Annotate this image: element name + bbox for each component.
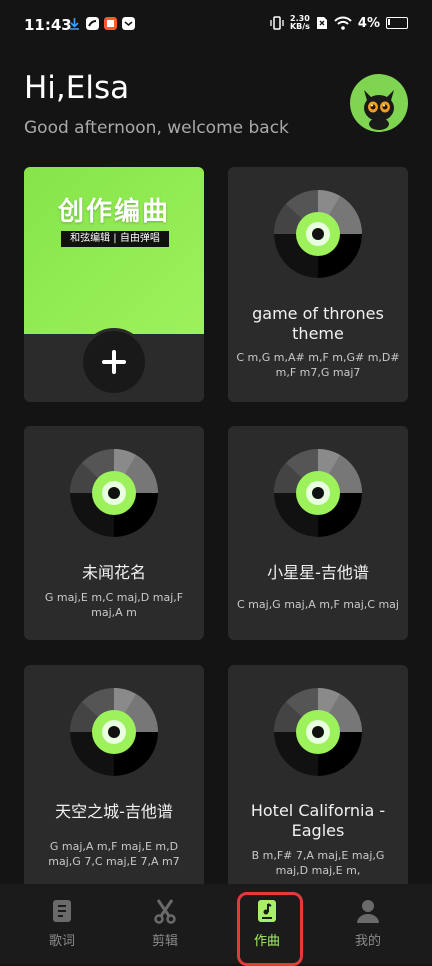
app-icon <box>86 17 99 30</box>
add-button-ring <box>80 328 148 396</box>
bottom-nav: 歌词 剪辑 作曲 我的 <box>0 884 432 966</box>
profile-icon <box>357 900 379 923</box>
greeting-subtitle: Good afternoon, welcome back <box>24 118 289 138</box>
vinyl-record-icon <box>70 688 158 776</box>
vinyl-record-icon <box>274 688 362 776</box>
create-banner: 创作编曲 和弦编辑 | 自由弹唱 <box>24 167 204 334</box>
add-composition-button[interactable] <box>83 331 145 393</box>
song-title: Hotel California - Eagles <box>250 801 386 840</box>
battery-percent: 4% <box>357 15 380 31</box>
status-time: 11:43 <box>24 16 72 34</box>
song-card[interactable]: Hotel California - Eagles B m,F# 7,A maj… <box>228 665 408 884</box>
song-chords: B m,F# 7,A maj,E maj,G maj,D maj,E m, <box>251 849 385 877</box>
song-card[interactable]: 天空之城-吉他谱 G maj,A m,F maj,E m,D maj,G 7,C… <box>24 665 204 884</box>
nav-label-profile: 我的 <box>354 934 381 949</box>
sim-icon <box>316 17 327 29</box>
nav-tab-edit[interactable]: 剪辑 <box>135 898 195 949</box>
battery-icon <box>386 17 408 29</box>
download-icon <box>70 18 79 30</box>
song-chords: C m,G m,A# m,F m,G# m,D# m,F m7,G maj7 <box>236 351 400 379</box>
net-speed: 2.30 KB/s <box>290 15 310 31</box>
song-card[interactable]: game of thrones theme C m,G m,A# m,F m,G… <box>228 167 408 402</box>
nav-label-lyrics: 歌词 <box>48 934 75 949</box>
vinyl-record-icon <box>70 449 158 537</box>
app-icon <box>104 17 117 30</box>
status-right: 2.30 KB/s 4% <box>270 15 408 31</box>
net-speed-unit: KB/s <box>289 22 310 31</box>
song-card[interactable]: 未闻花名 G maj,E m,C maj,D maj,F maj,A m <box>24 426 204 640</box>
vinyl-record-icon <box>274 190 362 278</box>
vinyl-record-icon <box>274 449 362 537</box>
create-composition-card[interactable]: 创作编曲 和弦编辑 | 自由弹唱 <box>24 167 204 402</box>
wifi-icon <box>334 16 352 30</box>
message-icon <box>122 17 135 30</box>
lyrics-icon <box>53 900 71 922</box>
song-chords: G maj,A m,F maj,E m,D maj,G 7,C maj,E 7,… <box>48 840 180 868</box>
song-title: 天空之城-吉他谱 <box>55 802 173 821</box>
song-chords: G maj,E m,C maj,D maj,F maj,A m <box>44 591 184 619</box>
active-tab-highlight <box>237 892 303 966</box>
vibrate-icon <box>270 16 284 30</box>
avatar[interactable] <box>350 74 408 132</box>
scissors-icon <box>154 899 176 924</box>
song-title: 未闻花名 <box>81 563 146 582</box>
song-chords: C maj,G maj,A m,F maj,C maj <box>237 598 399 611</box>
song-title: game of thrones theme <box>252 304 384 343</box>
create-tag: 和弦编辑 | 自由弹唱 <box>61 231 169 247</box>
black-cat-avatar-icon <box>364 90 394 130</box>
status-bar: 11:43 2.30 KB/s 4% <box>0 0 432 50</box>
song-title: 小星星-吉他谱 <box>267 563 369 582</box>
nav-tab-lyrics[interactable]: 歌词 <box>32 898 92 949</box>
nav-tab-profile[interactable]: 我的 <box>338 898 398 949</box>
create-title: 创作编曲 <box>57 197 170 227</box>
nav-label-edit: 剪辑 <box>151 934 178 949</box>
song-card[interactable]: 小星星-吉他谱 C maj,G maj,A m,F maj,C maj <box>228 426 408 640</box>
greeting-title: Hi,Elsa <box>24 70 130 106</box>
notification-icons <box>68 17 135 30</box>
